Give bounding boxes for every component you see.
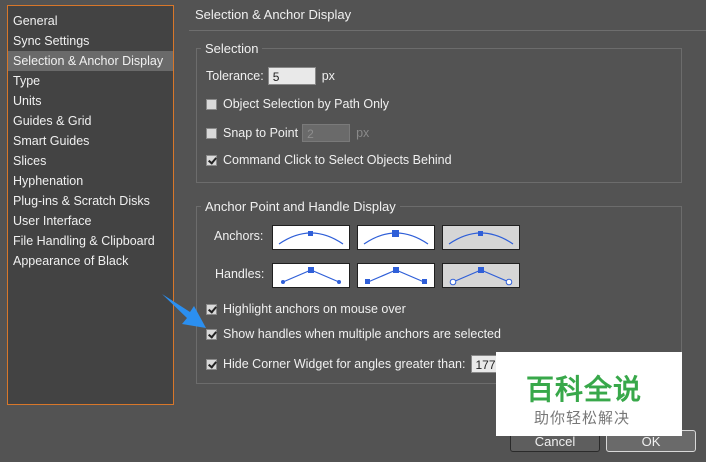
hide-corner-row: Hide Corner Widget for angles greater th… xyxy=(206,355,511,373)
show-handles-row[interactable]: Show handles when multiple anchors are s… xyxy=(206,327,501,341)
sidebar-item-slices[interactable]: Slices xyxy=(8,151,173,171)
hide-corner-label: Hide Corner Widget for angles greater th… xyxy=(223,357,466,371)
object-by-path-row[interactable]: Object Selection by Path Only xyxy=(206,97,389,111)
anchor-display-group-title: Anchor Point and Handle Display xyxy=(201,199,400,214)
watermark-logo: 百科全说 助你轻松解决 xyxy=(496,352,682,436)
snap-to-point-checkbox[interactable] xyxy=(206,127,217,139)
hide-corner-checkbox[interactable] xyxy=(206,358,217,370)
command-click-row[interactable]: Command Click to Select Objects Behind xyxy=(206,153,452,167)
show-handles-checkbox[interactable] xyxy=(206,328,217,340)
anchors-label: Anchors: xyxy=(214,229,264,243)
object-by-path-checkbox[interactable] xyxy=(206,98,217,110)
tolerance-input[interactable]: 5 xyxy=(267,67,316,85)
sidebar-item-appearance-of-black[interactable]: Appearance of Black xyxy=(8,251,173,271)
title-divider xyxy=(189,30,706,31)
tolerance-label: Tolerance: xyxy=(206,69,264,83)
handle-style-3[interactable] xyxy=(442,263,520,288)
sidebar-item-plug-ins-scratch-disks[interactable]: Plug-ins & Scratch Disks xyxy=(8,191,173,211)
watermark-main-text: 百科全说 xyxy=(526,374,643,405)
handle-style-2[interactable] xyxy=(357,263,435,288)
tolerance-unit: px xyxy=(321,69,335,83)
anchor-style-1[interactable] xyxy=(272,225,350,250)
anchor-style-2[interactable] xyxy=(357,225,435,250)
sidebar-item-units[interactable]: Units xyxy=(8,91,173,111)
anchor-style-3[interactable] xyxy=(442,225,520,250)
command-click-checkbox[interactable] xyxy=(206,154,217,166)
object-by-path-label: Object Selection by Path Only xyxy=(223,97,390,111)
sidebar-item-sync-settings[interactable]: Sync Settings xyxy=(8,31,173,51)
snap-to-point-row: Snap to Point 2 px xyxy=(206,124,369,142)
watermark-sub-text: 助你轻松解决 xyxy=(534,410,631,427)
preferences-sidebar: General Sync Settings Selection & Anchor D… xyxy=(7,5,174,405)
sidebar-item-user-interface[interactable]: User Interface xyxy=(8,211,173,231)
selection-group-title: Selection xyxy=(201,41,263,56)
sidebar-item-guides-grid[interactable]: Guides & Grid xyxy=(8,111,173,131)
handles-row-label: Handles: xyxy=(215,267,264,281)
snap-distance-input[interactable]: 2 xyxy=(302,124,351,142)
handles-label: Handles: xyxy=(215,267,265,281)
handle-style-1[interactable] xyxy=(272,263,350,288)
tolerance-row: Tolerance: 5 px xyxy=(206,67,335,85)
anchors-row-label: Anchors: xyxy=(214,229,263,243)
sidebar-item-file-handling-clipboard[interactable]: File Handling & Clipboard xyxy=(8,231,173,251)
show-handles-label: Show handles when multiple anchors are s… xyxy=(223,327,501,341)
highlight-anchors-row[interactable]: Highlight anchors on mouse over xyxy=(206,302,406,316)
arrow-pointer-icon xyxy=(162,294,206,328)
sidebar-item-type[interactable]: Type xyxy=(8,71,173,91)
page-title: Selection & Anchor Display xyxy=(195,7,352,22)
sidebar-item-smart-guides[interactable]: Smart Guides xyxy=(8,131,173,151)
sidebar-item-hyphenation[interactable]: Hyphenation xyxy=(8,171,173,191)
sidebar-item-general[interactable]: General xyxy=(8,11,173,31)
sidebar-item-selection-anchor-display[interactable]: Selection & Anchor Display xyxy=(8,51,173,71)
command-click-label: Command Click to Select Objects Behind xyxy=(223,153,452,167)
highlight-anchors-label: Highlight anchors on mouse over xyxy=(223,302,406,316)
snap-to-point-label: Snap to Point xyxy=(223,126,299,140)
snap-distance-unit: px xyxy=(356,126,370,140)
